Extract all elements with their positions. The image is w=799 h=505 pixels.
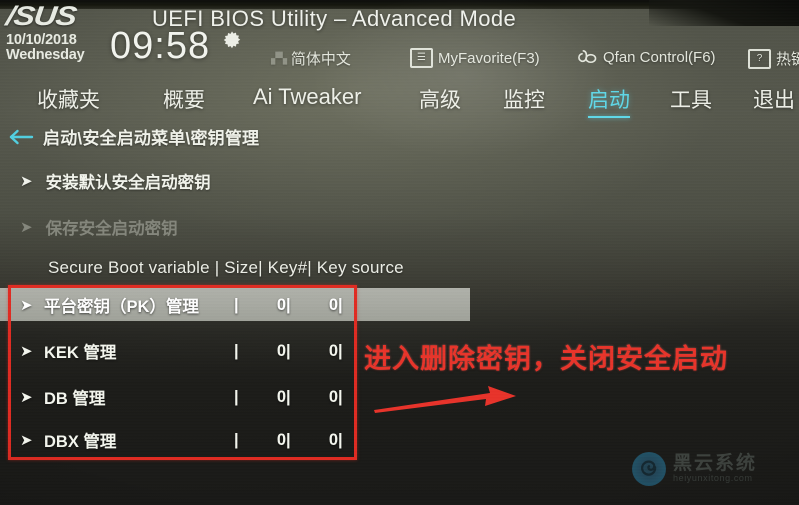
hotkey-label: 热键 (776, 51, 799, 68)
language-selector[interactable]: ▞▚ 简体中文 (271, 48, 351, 69)
question-mark-icon: ? (748, 48, 771, 69)
clock-display: 09:58 (110, 25, 211, 67)
breadcrumb: 启动\安全启动菜单\密钥管理 (0, 124, 259, 149)
tab-boot[interactable]: 启动 (588, 84, 630, 118)
fan-icon (575, 48, 598, 67)
weekday-value: Wednesday (6, 46, 85, 63)
qfan-label: Qfan Control(F6) (603, 49, 716, 66)
menu-item-save-keys[interactable]: ➤ 保存安全启动密钥 (20, 215, 178, 239)
date-display: 10/10/2018 Wednesday (6, 33, 85, 63)
asus-logo: /SUS (4, 1, 78, 31)
menu-item-label: 安装默认安全启动密钥 (45, 174, 211, 192)
annotation-text: 进入删除密钥，关闭安全启动 (364, 344, 728, 375)
watermark-name: 黑云系统 (673, 453, 758, 475)
hotkey-button[interactable]: ? 热键 (748, 48, 799, 69)
tab-ai-tweaker[interactable]: Ai Tweaker (253, 84, 361, 110)
tab-main[interactable]: 概要 (163, 84, 205, 114)
back-arrow-icon[interactable] (8, 127, 34, 147)
main-tab-bar: 收藏夹 概要 Ai Tweaker 高级 监控 启动 工具 退出 (0, 84, 799, 122)
monitor-bezel-corner (649, 0, 799, 26)
chevron-right-icon: ➤ (20, 218, 33, 236)
tab-favorites[interactable]: 收藏夹 (37, 84, 100, 114)
table-column-header: Secure Boot variable | Size| Key#| Key s… (48, 258, 404, 277)
tab-tool[interactable]: 工具 (670, 84, 712, 114)
gear-icon[interactable] (221, 30, 243, 52)
language-label: 简体中文 (290, 51, 351, 68)
tab-monitor[interactable]: 监控 (503, 84, 545, 114)
qfan-control-button[interactable]: Qfan Control(F6) (575, 48, 716, 67)
language-icon: ▞▚ (271, 53, 287, 65)
bios-screen: /SUS UEFI BIOS Utility – Advanced Mode 1… (0, 0, 799, 505)
date-value: 10/10/2018 (6, 32, 77, 48)
notes-icon: ☰ (410, 48, 433, 68)
tab-exit[interactable]: 退出 (753, 84, 795, 114)
tab-advanced[interactable]: 高级 (419, 84, 461, 114)
breadcrumb-path: 启动\安全启动菜单\密钥管理 (43, 129, 260, 148)
watermark: 黑云系统 heiyunxitong.com (632, 452, 757, 486)
annotation-highlight-box (8, 285, 357, 460)
watermark-url: heiyunxitong.com (673, 473, 753, 484)
menu-item-install-default-keys[interactable]: ➤ 安装默认安全启动密钥 (20, 169, 211, 193)
red-arrow-right-icon (372, 382, 518, 416)
my-favorite-button[interactable]: ☰ MyFavorite(F3) (410, 48, 540, 68)
menu-item-label: 保存安全启动密钥 (45, 220, 178, 238)
my-favorite-label: MyFavorite(F3) (438, 49, 540, 67)
spiral-logo-icon (632, 452, 666, 486)
chevron-right-icon: ➤ (20, 172, 33, 190)
